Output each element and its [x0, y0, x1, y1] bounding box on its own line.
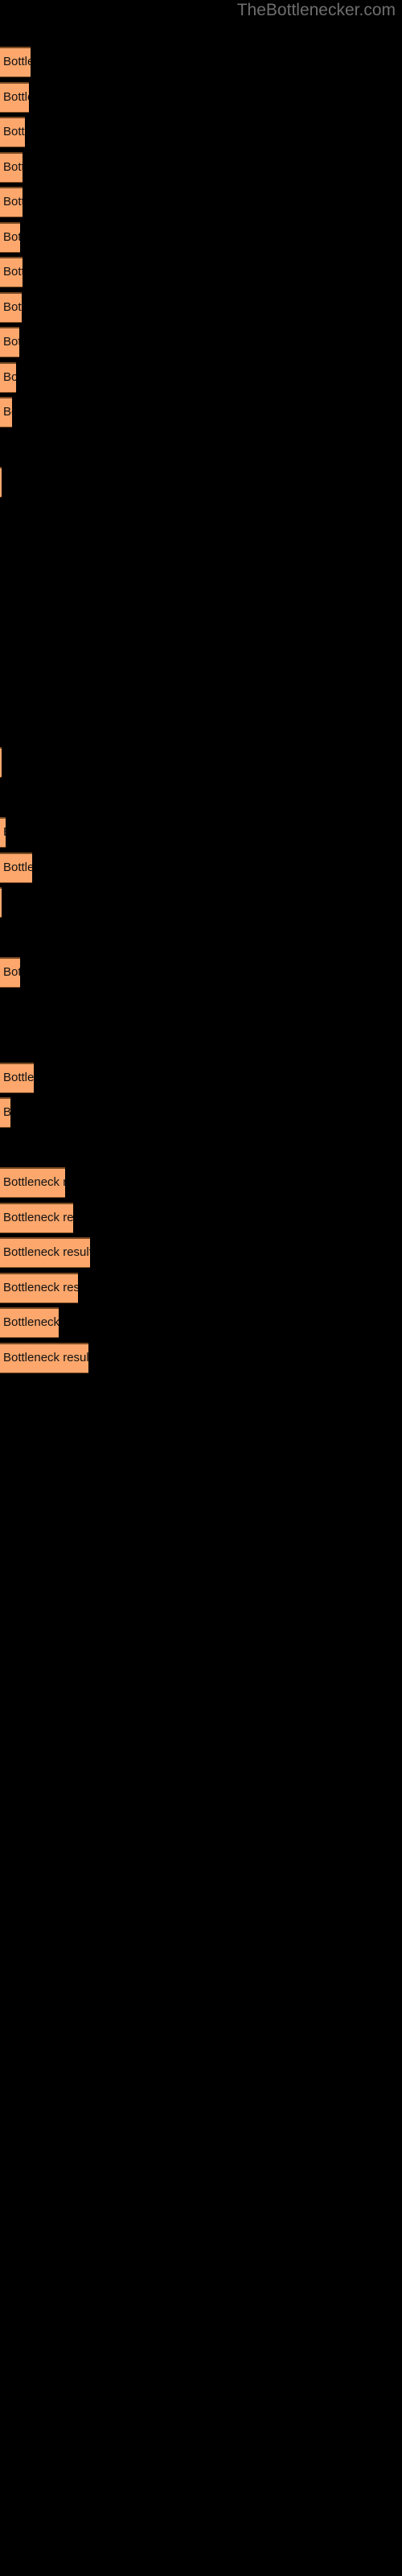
bar-row [0, 993, 402, 1023]
bar-row: Bottleneck result [0, 327, 402, 357]
bar-row: Bottleneck result [0, 81, 402, 113]
bar-fill [0, 817, 6, 848]
bar[interactable]: Bottleneck result [0, 1237, 90, 1268]
bar[interactable]: Bottleneck result [0, 467, 2, 497]
bar[interactable]: Bottleneck result [0, 291, 22, 323]
bar-row [0, 677, 402, 708]
bar-fill [0, 47, 31, 77]
bar[interactable]: Bottleneck result [0, 47, 31, 77]
bar-row: Bottleneck result [0, 221, 402, 253]
bar[interactable]: Bottleneck result [0, 151, 23, 183]
bar[interactable]: Bottleneck result [0, 81, 29, 113]
bar-row: Bottleneck result [0, 852, 402, 883]
bar[interactable]: Bottleneck result [0, 1097, 10, 1128]
bar-row: Bottleneck result [0, 1202, 402, 1233]
bar-fill [0, 327, 19, 357]
bar[interactable]: Bottleneck result [0, 257, 23, 287]
bar-chart-plot-area: Bottleneck result Bottleneck result Bottle… [0, 24, 402, 2576]
bar-row: Bottleneck result [0, 291, 402, 323]
bar-row [0, 1027, 402, 1058]
bar-row: Bottleneck result [0, 397, 402, 427]
bar-row: Bottleneck result [0, 47, 402, 77]
bar[interactable]: Bottleneck result [0, 361, 16, 393]
bar[interactable]: Bottleneck result [0, 221, 20, 253]
bar-fill [0, 852, 32, 883]
bar-row: Bottleneck result [0, 747, 402, 778]
chart-root: TheBottlenecker.com Bottleneck resultBot… [0, 0, 402, 2576]
bar-row [0, 432, 402, 463]
bar-fill [0, 467, 2, 497]
bar-row: Bottleneck result [0, 187, 402, 217]
bar-row [0, 782, 402, 813]
bar-fill [0, 1307, 59, 1338]
bar-row: Bottleneck result [0, 1272, 402, 1303]
bar-row: Bottleneck result [0, 1307, 402, 1338]
bar-row: Bottleneck result [0, 1167, 402, 1198]
bar-fill [0, 1202, 73, 1233]
bar[interactable]: Bottleneck result [0, 187, 23, 217]
bar-row [0, 1133, 402, 1163]
bar[interactable]: Bottleneck result [0, 1342, 88, 1373]
bar-row: Bottleneck result [0, 361, 402, 393]
bar-fill [0, 747, 2, 778]
bar-fill [0, 887, 2, 918]
bar-row: Bottleneck result [0, 1237, 402, 1268]
bar-fill [0, 957, 20, 988]
bar-row: Bottleneck result [0, 957, 402, 988]
bar-row: Bottleneck result [0, 1097, 402, 1128]
bar-row [0, 607, 402, 638]
bar-row [0, 502, 402, 533]
bar[interactable]: Bottleneck result [0, 1307, 59, 1338]
bar-row: Bottleneck result [0, 817, 402, 848]
bar[interactable]: Bottleneck result [0, 1202, 73, 1233]
bar-fill [0, 361, 16, 393]
bar-row: Bottleneck result [0, 117, 402, 147]
bar-fill [0, 187, 23, 217]
bar-row: Bottleneck result [0, 1342, 402, 1373]
bar-fill [0, 221, 20, 253]
bar[interactable]: Bottleneck result [0, 1167, 65, 1198]
bar[interactable]: Bottleneck result [0, 817, 6, 848]
bar-fill [0, 1062, 34, 1093]
bar[interactable]: Bottleneck result [0, 327, 19, 357]
bar-fill [0, 1237, 90, 1268]
bar-row: Bottleneck result [0, 467, 402, 497]
bar-fill [0, 397, 12, 427]
bar[interactable]: Bottleneck result [0, 852, 32, 883]
bar-fill [0, 1342, 88, 1373]
bar-row: Bottleneck result [0, 257, 402, 287]
bar-fill [0, 257, 23, 287]
bar[interactable]: Bottleneck result [0, 397, 12, 427]
bar[interactable]: Bottleneck result [0, 1062, 34, 1093]
bar[interactable]: Bottleneck result [0, 887, 2, 918]
bar-fill [0, 1167, 65, 1198]
bar-fill [0, 1097, 10, 1128]
bar-row: Bottleneck result [0, 151, 402, 183]
bar-fill [0, 151, 23, 183]
bar-fill [0, 117, 25, 147]
bar[interactable]: Bottleneck result [0, 747, 2, 778]
bar-row [0, 572, 402, 603]
site-watermark-title: TheBottlenecker.com [236, 1, 396, 19]
bar-row [0, 712, 402, 743]
bar-row: Bottleneck result [0, 887, 402, 918]
bar-row: Bottleneck result [0, 1062, 402, 1093]
bar[interactable]: Bottleneck result [0, 117, 25, 147]
bar-fill [0, 291, 22, 323]
bar-fill [0, 1272, 78, 1303]
bar-fill [0, 81, 29, 113]
bar[interactable]: Bottleneck result [0, 957, 20, 988]
bar-row [0, 642, 402, 673]
bar-row [0, 923, 402, 953]
bar[interactable]: Bottleneck result [0, 1272, 78, 1303]
bar-row [0, 537, 402, 568]
